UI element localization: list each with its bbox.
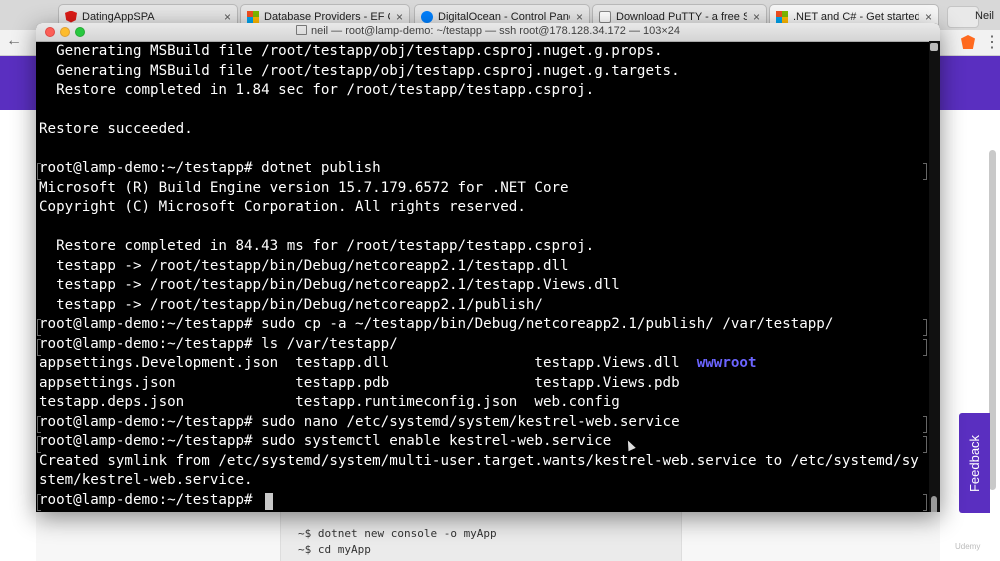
terminal-line: Restore succeeded. [39, 121, 193, 137]
scrollbar-thumb[interactable] [931, 496, 937, 512]
command-mark-right [923, 416, 927, 433]
tab-title: DigitalOcean - Control Panel [438, 10, 570, 23]
terminal-line: testapp -> /root/testapp/bin/Debug/netco… [39, 257, 569, 274]
command-mark-left [37, 416, 41, 433]
tab-title: Download PuTTY - a free SSH [616, 10, 747, 23]
tab-title: Database Providers - EF Core [264, 10, 390, 23]
terminal-line: Copyright (C) Microsoft Corporation. All… [39, 199, 526, 215]
command-mark-right [923, 339, 927, 356]
terminal-line: root@lamp-demo:~/testapp# dotnet publish [39, 160, 381, 176]
terminal-line: testapp -> /root/testapp/bin/Debug/netco… [39, 296, 543, 313]
terminal-line-text: appsettings.Development.json testapp.dll… [39, 355, 697, 371]
command-mark-right [923, 436, 927, 453]
command-mark-left [37, 319, 41, 336]
terminal-line: appsettings.Development.json testapp.dll… [39, 354, 757, 374]
page-scrollbar[interactable] [989, 150, 996, 490]
directory-name: wwwroot [696, 355, 757, 371]
terminal-title-text: neil — root@lamp-demo: ~/testapp — ssh r… [310, 25, 681, 37]
terminal-line: root@lamp-demo:~/testapp# sudo nano /etc… [39, 413, 680, 430]
feedback-label: Feedback [967, 434, 982, 492]
close-icon[interactable]: × [576, 10, 583, 24]
terminal-line: Restore completed in 84.43 ms for /root/… [39, 238, 595, 254]
home-folder-icon [295, 25, 307, 35]
text-cursor [265, 493, 273, 510]
terminal-line: testapp.deps.json testapp.runtimeconfig.… [39, 394, 620, 410]
page-left-edge [0, 56, 36, 561]
command-mark-right [923, 494, 927, 511]
brave-shield-icon[interactable] [961, 35, 975, 49]
command-mark-left [37, 494, 41, 511]
back-arrow-icon[interactable]: ← [6, 32, 22, 50]
terminal-window[interactable]: neil — root@lamp-demo: ~/testapp — ssh r… [36, 23, 940, 512]
terminal-title: neil — root@lamp-demo: ~/testapp — ssh r… [36, 25, 940, 37]
terminal-title-bar[interactable]: neil — root@lamp-demo: ~/testapp — ssh r… [36, 23, 940, 42]
terminal-line: Restore completed in 1.84 sec for /root/… [39, 82, 595, 98]
close-icon[interactable]: × [753, 10, 760, 24]
command-mark-right [923, 319, 927, 336]
terminal-line: Generating MSBuild file /root/testapp/ob… [39, 62, 680, 79]
close-icon[interactable]: × [925, 10, 932, 24]
digitalocean-icon [421, 10, 433, 23]
close-icon[interactable]: × [396, 10, 403, 24]
page-header-band [0, 56, 36, 110]
angular-icon [65, 10, 77, 23]
scroll-marker-icon [930, 43, 938, 51]
terminal-line: root@lamp-demo:~/testapp# ls /var/testap… [39, 335, 398, 352]
code-line: ~$ cd myApp [298, 543, 371, 556]
terminal-output[interactable]: Generating MSBuild file /root/testapp/ob… [37, 42, 927, 512]
profile-button[interactable]: Neil [945, 4, 1000, 28]
microsoft-icon [247, 10, 259, 23]
terminal-scrollbar[interactable] [929, 41, 940, 512]
terminal-line: Generating MSBuild file /root/testapp/ob… [39, 43, 663, 59]
page-icon [599, 10, 611, 23]
terminal-line: stem/kestrel-web.service. [39, 472, 253, 488]
terminal-line: root@lamp-demo:~/testapp# sudo systemctl… [39, 433, 612, 449]
tab-title: DatingAppSPA [82, 10, 155, 23]
profile-name: Neil [975, 10, 994, 22]
command-mark-left [37, 339, 41, 356]
terminal-line: appsettings.json testapp.pdb testapp.Vie… [39, 374, 680, 391]
command-mark-right [923, 163, 927, 180]
microsoft-icon [776, 10, 788, 23]
terminal-line: Microsoft (R) Build Engine version 15.7.… [39, 179, 569, 196]
close-icon[interactable]: × [224, 10, 231, 24]
terminal-line: root@lamp-demo:~/testapp# sudo cp -a ~/t… [39, 316, 834, 332]
command-mark-left [37, 436, 41, 453]
terminal-line: testapp -> /root/testapp/bin/Debug/netco… [39, 277, 620, 293]
page-header-band [940, 56, 1000, 110]
terminal-line: Created symlink from /etc/systemd/system… [39, 452, 919, 469]
code-line: ~$ dotnet new console -o myApp [298, 527, 497, 540]
command-mark-left [37, 163, 41, 180]
udemy-watermark: Udemy [955, 542, 981, 551]
feedback-button[interactable]: Feedback [959, 413, 990, 513]
terminal-line: root@lamp-demo:~/testapp# [39, 491, 262, 508]
menu-icon[interactable]: ⋮ [984, 32, 1000, 52]
tab-title: .NET and C# - Get started in 1 [793, 10, 919, 23]
